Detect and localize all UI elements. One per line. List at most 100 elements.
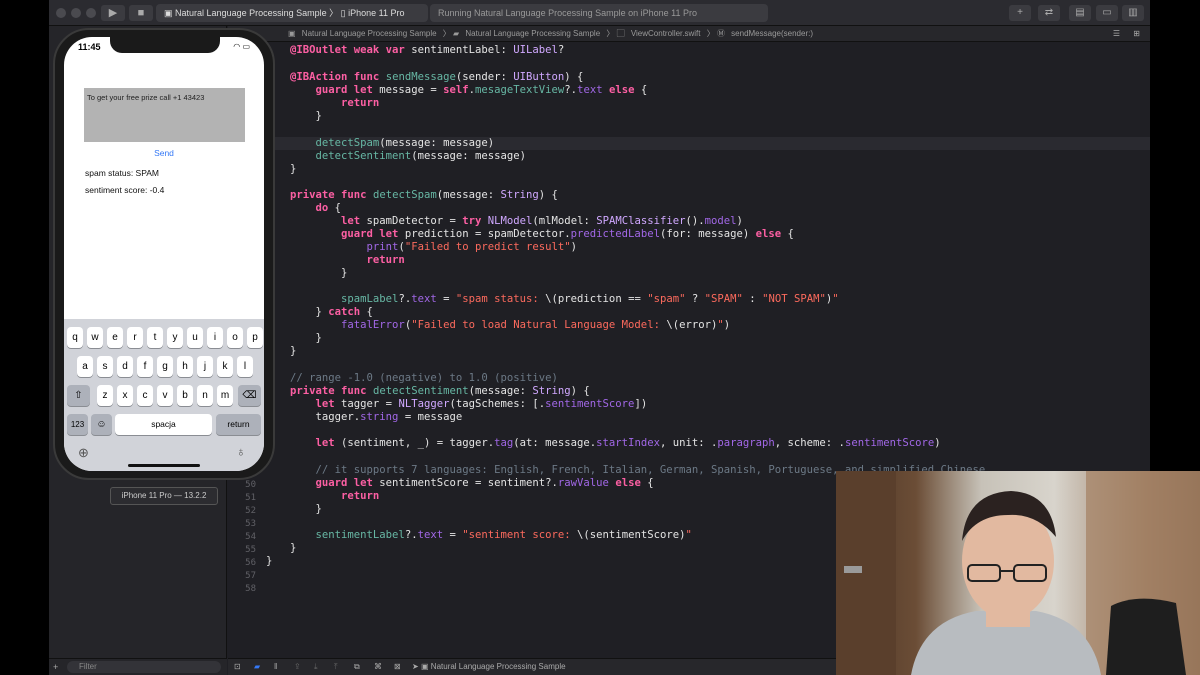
key-h[interactable]: h bbox=[177, 356, 193, 377]
key-v[interactable]: v bbox=[157, 385, 173, 406]
sentiment-score-label: sentiment score: -0.4 bbox=[85, 185, 165, 195]
key-j[interactable]: j bbox=[197, 356, 213, 377]
battery-icon: ▭ bbox=[242, 42, 250, 51]
message-text-view[interactable]: To get your free prize call +1 43423 bbox=[84, 88, 245, 142]
adjust-editor-icon[interactable]: ☰ bbox=[1113, 26, 1120, 41]
key-u[interactable]: u bbox=[187, 327, 203, 348]
key-d[interactable]: d bbox=[117, 356, 133, 377]
sidebar-left-icon: ▤ bbox=[1075, 7, 1085, 18]
sidebar-right-icon: ▥ bbox=[1128, 7, 1138, 18]
code-line: tagger.string = message bbox=[290, 411, 463, 423]
key-z[interactable]: z bbox=[97, 385, 113, 406]
line-number: 51 bbox=[245, 493, 256, 503]
app-icon: ▣ bbox=[421, 662, 429, 671]
send-button[interactable]: Send bbox=[64, 148, 264, 158]
key-f[interactable]: f bbox=[137, 356, 153, 377]
key-o[interactable]: o bbox=[227, 327, 243, 348]
key-y[interactable]: y bbox=[167, 327, 183, 348]
key-w[interactable]: w bbox=[87, 327, 103, 348]
line-number: 57 bbox=[245, 571, 256, 581]
line-number: 53 bbox=[245, 519, 256, 529]
minimize-window-button[interactable] bbox=[71, 8, 81, 18]
code-line: detectSpam(message: message) bbox=[315, 137, 495, 149]
key-x[interactable]: x bbox=[117, 385, 133, 406]
filter-input[interactable]: Filter bbox=[67, 661, 221, 673]
code-line: // range -1.0 (negative) to 1.0 (positiv… bbox=[290, 372, 558, 384]
key-n[interactable]: n bbox=[197, 385, 213, 406]
add-icon[interactable]: + bbox=[53, 659, 58, 675]
code-line: guard let message = self.mesageTextView?… bbox=[315, 84, 648, 96]
key-c[interactable]: c bbox=[137, 385, 153, 406]
code-line: fatalError("Failed to load Natural Langu… bbox=[341, 319, 731, 331]
code-review-button[interactable]: ⇄ bbox=[1038, 5, 1060, 21]
code-line: return bbox=[341, 97, 380, 109]
jumpbar-method[interactable]: sendMessage(sender:) bbox=[731, 29, 813, 38]
key-p[interactable]: p bbox=[247, 327, 263, 348]
space-key[interactable]: spacja bbox=[115, 414, 212, 435]
simulator-device-label: iPhone 11 Pro — 13.2.2 bbox=[110, 487, 218, 505]
ios-simulator: 11:45 ◠ ▭ To get your free prize call +1… bbox=[53, 28, 275, 480]
project-icon: ▣ bbox=[288, 29, 296, 38]
scheme-selector[interactable]: ▣ Natural Language Processing Sample 〉 ▯… bbox=[156, 4, 428, 22]
view-debugger-icon[interactable]: ⧉ bbox=[354, 659, 360, 675]
stop-button[interactable]: ■ bbox=[129, 5, 153, 21]
key-r[interactable]: r bbox=[127, 327, 143, 348]
code-line: private func detectSpam(message: String)… bbox=[290, 189, 558, 201]
key-i[interactable]: i bbox=[207, 327, 223, 348]
toggle-inspector-button[interactable]: ▥ bbox=[1122, 5, 1144, 21]
microphone-icon[interactable]: ♁ bbox=[236, 444, 246, 459]
wifi-icon: ◠ bbox=[233, 42, 241, 51]
shift-key[interactable]: ⇧ bbox=[67, 385, 90, 406]
step-over-icon[interactable]: ⇪ bbox=[294, 659, 301, 675]
step-out-icon[interactable]: ⤒ bbox=[334, 659, 338, 675]
toggle-debug-area-button[interactable]: ▭ bbox=[1096, 5, 1118, 21]
key-l[interactable]: l bbox=[237, 356, 253, 377]
jumpbar-project[interactable]: Natural Language Processing Sample bbox=[302, 29, 437, 38]
code-line: } bbox=[290, 542, 297, 554]
library-button[interactable]: + bbox=[1009, 5, 1031, 21]
console-toggle-icon[interactable]: ⊡ bbox=[234, 659, 241, 675]
key-m[interactable]: m bbox=[217, 385, 233, 406]
key-s[interactable]: s bbox=[97, 356, 113, 377]
pause-icon[interactable]: ‖ bbox=[274, 659, 277, 675]
code-line: } bbox=[290, 267, 348, 279]
key-a[interactable]: a bbox=[77, 356, 93, 377]
debug-target[interactable]: ▣ Natural Language Processing Sample bbox=[421, 659, 566, 675]
key-b[interactable]: b bbox=[177, 385, 193, 406]
app-icon: ▣ bbox=[164, 8, 173, 18]
key-t[interactable]: t bbox=[147, 327, 163, 348]
add-editor-icon[interactable]: ⊞ bbox=[1133, 26, 1140, 41]
emoji-icon: ☺ bbox=[96, 419, 107, 430]
code-line: detectSentiment(message: message) bbox=[315, 150, 526, 162]
numbers-key[interactable]: 123 bbox=[67, 414, 88, 435]
toggle-navigator-button[interactable]: ▤ bbox=[1069, 5, 1091, 21]
breakpoints-icon[interactable]: ▰ bbox=[254, 659, 260, 675]
location-icon[interactable]: ➤ bbox=[412, 659, 419, 675]
code-line: } catch { bbox=[290, 306, 373, 318]
key-e[interactable]: e bbox=[107, 327, 123, 348]
run-button[interactable]: ▶ bbox=[101, 5, 125, 21]
return-key[interactable]: return bbox=[216, 414, 261, 435]
shift-icon: ⇧ bbox=[74, 390, 83, 401]
key-k[interactable]: k bbox=[217, 356, 233, 377]
step-in-icon[interactable]: ⤓ bbox=[314, 659, 318, 675]
memory-graph-icon[interactable]: ⌘ bbox=[374, 659, 382, 675]
emoji-key[interactable]: ☺ bbox=[91, 414, 112, 435]
key-g[interactable]: g bbox=[157, 356, 173, 377]
folder-icon: ▰ bbox=[453, 29, 460, 38]
code-line: return bbox=[366, 254, 405, 266]
jumpbar-group[interactable]: Natural Language Processing Sample bbox=[465, 29, 600, 38]
globe-icon[interactable]: ⊕ bbox=[78, 445, 89, 461]
delete-key[interactable]: ⌫ bbox=[238, 385, 261, 406]
jumpbar-file[interactable]: ViewController.swift bbox=[631, 29, 701, 38]
xcode-toolbar: ▶ ■ ▣ Natural Language Processing Sample… bbox=[49, 0, 1150, 26]
method-icon: Ⓜ bbox=[716, 29, 725, 38]
environment-icon[interactable]: ⊠ bbox=[394, 659, 401, 675]
zoom-window-button[interactable] bbox=[86, 8, 96, 18]
keyboard: q w e r t y u i o p a s d f g h j k l ⇧ … bbox=[64, 319, 264, 471]
key-q[interactable]: q bbox=[67, 327, 83, 348]
line-number: 50 bbox=[245, 480, 256, 490]
spam-status-label: spam status: SPAM bbox=[85, 168, 160, 178]
code-line: guard let sentimentScore = sentiment?.ra… bbox=[315, 477, 654, 489]
close-window-button[interactable] bbox=[56, 8, 66, 18]
